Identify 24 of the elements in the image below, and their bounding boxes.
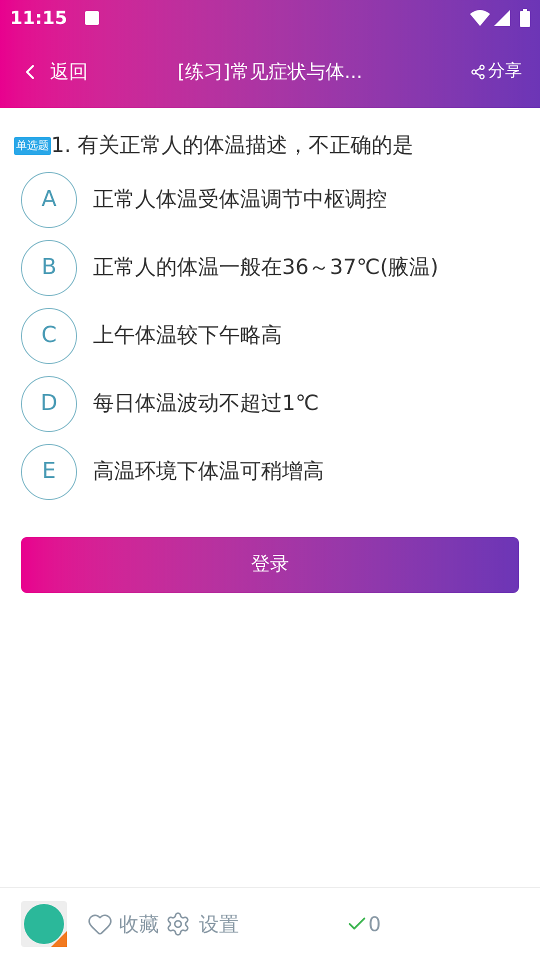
question-type-badge: 单选题 [14, 136, 51, 155]
answer-option[interactable]: D 每日体温波动不超过1℃ [21, 376, 519, 432]
login-button[interactable]: 登录 [21, 536, 519, 592]
app-logo-icon [21, 901, 67, 947]
answer-option[interactable]: C 上午体温较下午略高 [21, 308, 519, 364]
option-text: 正常人的体温一般在36～37℃(腋温) [93, 254, 438, 281]
answer-option[interactable]: A 正常人体温受体温调节中枢调控 [21, 172, 519, 228]
share-icon [470, 64, 486, 80]
question-text: 1. 有关正常人的体温描述，不正确的是 [51, 132, 414, 159]
share-button[interactable]: 分享 [402, 59, 522, 85]
battery-icon [520, 9, 530, 27]
back-button[interactable]: 返回 [18, 58, 138, 86]
option-text: 每日体温波动不超过1℃ [93, 390, 319, 417]
page-title: [练习]常见症状与体... [176, 60, 364, 85]
option-text: 高温环境下体温可稍增高 [93, 458, 324, 485]
signal-icon [494, 10, 510, 26]
option-text: 正常人体温受体温调节中枢调控 [93, 186, 387, 213]
answer-option[interactable]: E 高温环境下体温可稍增高 [21, 444, 519, 500]
status-time: 11:15 [10, 6, 68, 30]
answer-option[interactable]: B 正常人的体温一般在36～37℃(腋温) [21, 240, 519, 296]
option-text: 上午体温较下午略高 [93, 322, 282, 349]
wifi-icon [470, 10, 490, 26]
settings-icon[interactable] [165, 911, 191, 937]
correct-count: 0 [368, 911, 381, 938]
